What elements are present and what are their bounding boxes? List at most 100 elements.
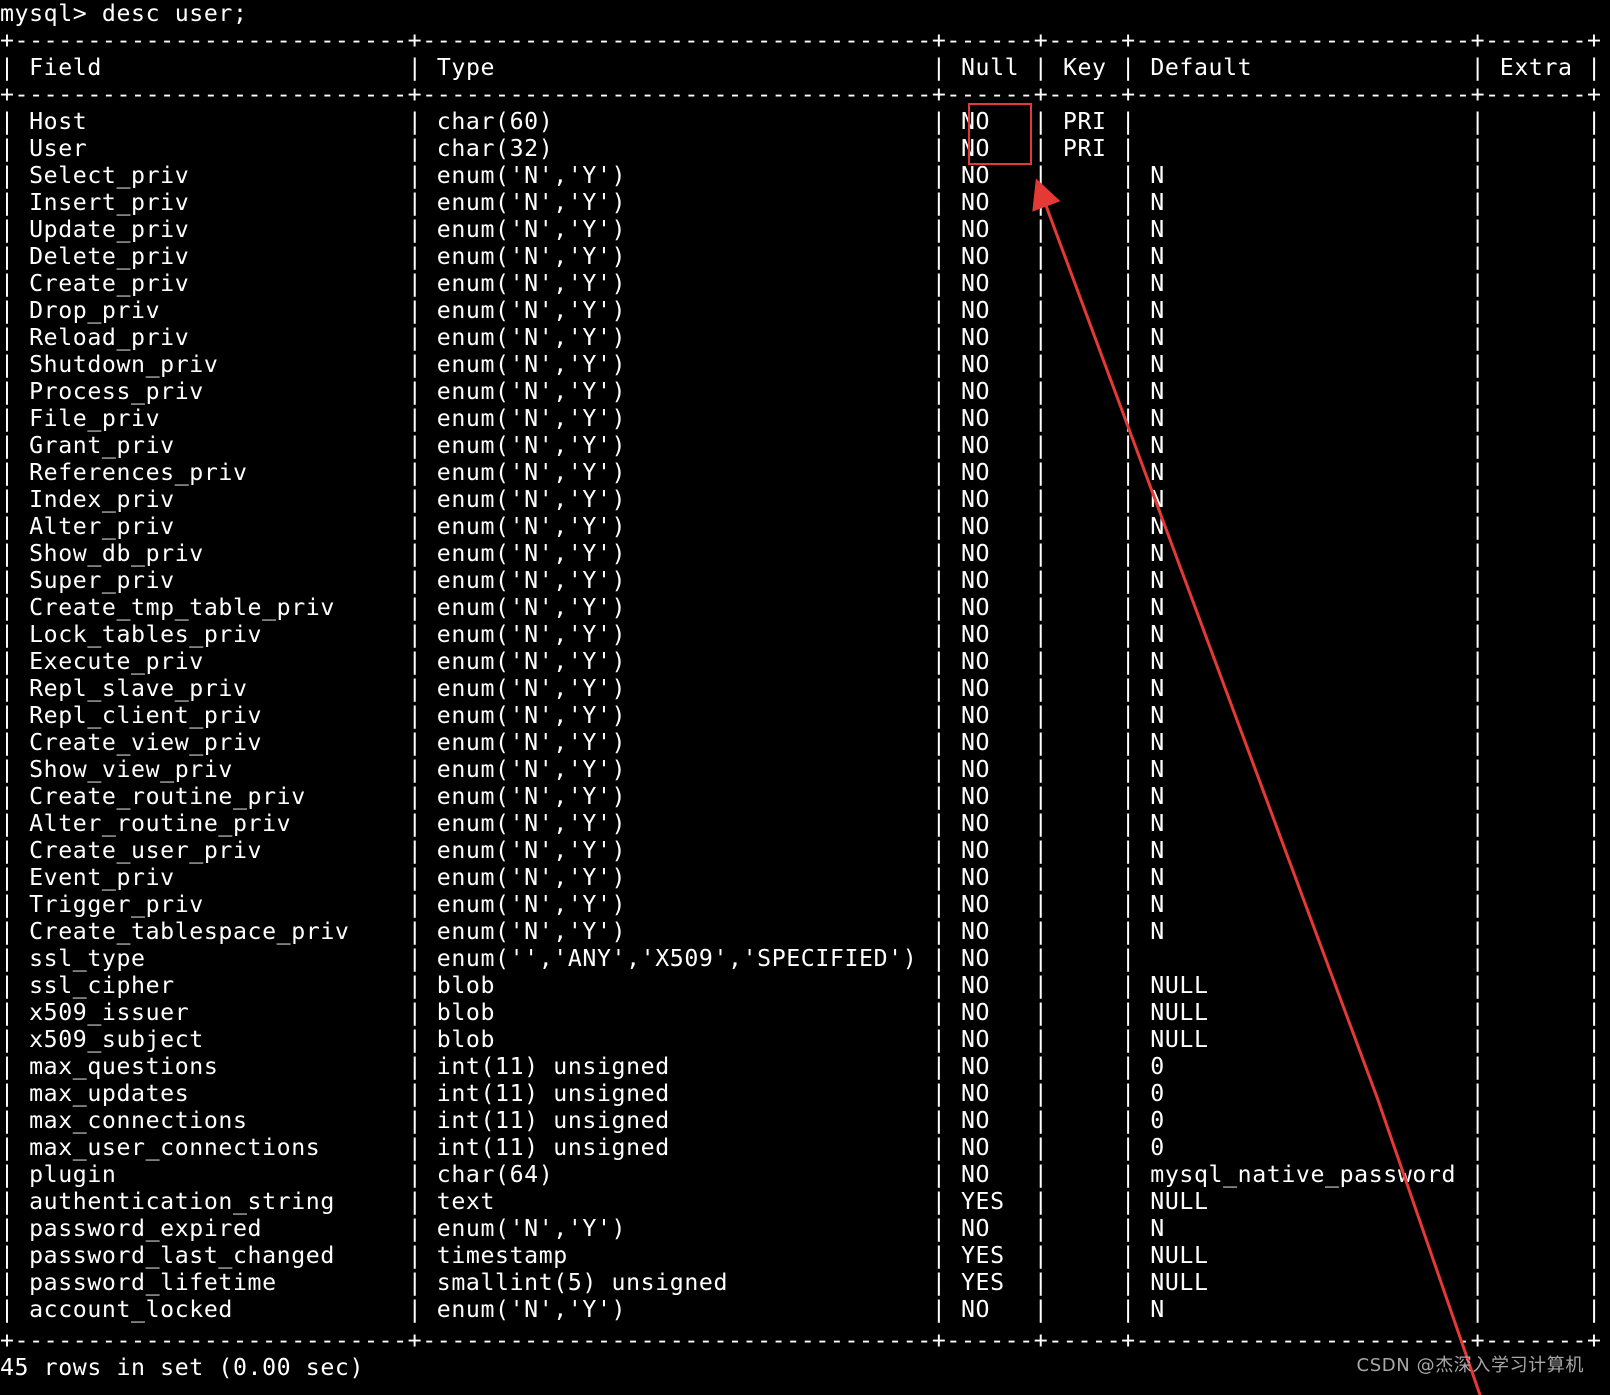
cell-default: N	[1135, 918, 1471, 945]
cell-key	[1048, 189, 1121, 216]
cell-extra	[1485, 432, 1587, 459]
cell-field: plugin	[14, 1161, 408, 1188]
cell-field: Show_db_priv	[14, 540, 408, 567]
cell-key	[1048, 972, 1121, 999]
cell-extra	[1485, 297, 1587, 324]
cell-type: enum('N','Y')	[422, 1296, 932, 1323]
cell-extra	[1485, 162, 1587, 189]
cell-field: Shutdown_priv	[14, 351, 408, 378]
cell-type: enum('N','Y')	[422, 297, 932, 324]
table-row: | max_connections | int(11) unsigned | N…	[0, 1107, 1602, 1134]
cell-default: N	[1135, 621, 1471, 648]
cell-extra	[1485, 1080, 1587, 1107]
cell-field: Select_priv	[14, 162, 408, 189]
cell-key	[1048, 1188, 1121, 1215]
table-row: | max_updates | int(11) unsigned | NO | …	[0, 1080, 1602, 1107]
cell-type: enum('N','Y')	[422, 189, 932, 216]
table-row: | Execute_priv | enum('N','Y') | NO | | …	[0, 648, 1602, 675]
cell-extra	[1485, 729, 1587, 756]
cell-extra	[1485, 513, 1587, 540]
cell-default: NULL	[1135, 1026, 1471, 1053]
cell-default: 0	[1135, 1080, 1471, 1107]
cell-null: NO	[946, 594, 1034, 621]
cell-type: enum('N','Y')	[422, 378, 932, 405]
table-row: | Create_priv | enum('N','Y') | NO | | N…	[0, 270, 1602, 297]
cell-field: ssl_cipher	[14, 972, 408, 999]
cell-extra	[1485, 702, 1587, 729]
cell-extra	[1485, 1215, 1587, 1242]
cell-key	[1048, 540, 1121, 567]
cell-type: enum('N','Y')	[422, 891, 932, 918]
cell-key	[1048, 864, 1121, 891]
cell-null: NO	[946, 486, 1034, 513]
table-row: | account_locked | enum('N','Y') | NO | …	[0, 1296, 1602, 1323]
cell-default: N	[1135, 297, 1471, 324]
cell-field: Index_priv	[14, 486, 408, 513]
cell-key	[1048, 324, 1121, 351]
cell-default: N	[1135, 459, 1471, 486]
cell-default: N	[1135, 351, 1471, 378]
table-row: | max_questions | int(11) unsigned | NO …	[0, 1053, 1602, 1080]
table-row: | plugin | char(64) | NO | | mysql_nativ…	[0, 1161, 1602, 1188]
cell-extra	[1485, 216, 1587, 243]
cell-default: N	[1135, 162, 1471, 189]
cell-key	[1048, 378, 1121, 405]
cell-default	[1136, 945, 1471, 972]
cell-type: enum('N','Y')	[422, 567, 932, 594]
cell-extra	[1485, 621, 1587, 648]
cell-field: authentication_string	[14, 1188, 408, 1215]
cell-type: enum('N','Y')	[422, 513, 932, 540]
cell-extra	[1485, 378, 1587, 405]
cell-extra	[1485, 1242, 1587, 1269]
cell-type: enum('N','Y')	[422, 405, 932, 432]
cell-key	[1048, 270, 1121, 297]
cell-default: N	[1135, 675, 1471, 702]
cell-null: NO	[946, 162, 1034, 189]
cell-field: max_connections	[14, 1107, 408, 1134]
cell-default: N	[1135, 513, 1471, 540]
table-row: | Create_tmp_table_priv | enum('N','Y') …	[0, 594, 1602, 621]
cell-null: NO	[946, 810, 1034, 837]
cell-type: enum('N','Y')	[422, 594, 932, 621]
cell-null: NO	[946, 783, 1034, 810]
cell-type: char(60)	[422, 108, 932, 135]
cell-null: NO	[946, 837, 1034, 864]
cell-extra	[1485, 918, 1587, 945]
result-summary: 45 rows in set (0.00 sec)	[0, 1354, 365, 1381]
cell-field: Event_priv	[14, 864, 408, 891]
cell-field: References_priv	[14, 459, 408, 486]
cell-type: enum('N','Y')	[422, 783, 932, 810]
cell-key	[1048, 1080, 1121, 1107]
cell-extra	[1485, 1161, 1587, 1188]
cell-extra	[1485, 756, 1587, 783]
cell-field: Reload_priv	[14, 324, 408, 351]
terminal-window[interactable]: mysql> desc user; +---------------------…	[0, 0, 1610, 1395]
cell-extra	[1485, 324, 1587, 351]
cell-type: timestamp	[422, 1242, 932, 1269]
watermark-text: CSDN @杰深入学习计算机	[1356, 1354, 1584, 1376]
cell-null: NO	[946, 648, 1034, 675]
cell-type: int(11) unsigned	[422, 1080, 932, 1107]
cell-default: N	[1135, 216, 1471, 243]
table-row: | Repl_client_priv | enum('N','Y') | NO …	[0, 702, 1602, 729]
cell-field: Lock_tables_priv	[14, 621, 408, 648]
cell-key: PRI	[1048, 135, 1122, 162]
cell-null: NO	[946, 243, 1034, 270]
cell-key	[1048, 837, 1121, 864]
header-field: Field	[29, 54, 102, 81]
cell-key	[1048, 675, 1121, 702]
cell-null: NO	[946, 621, 1034, 648]
cell-default: N	[1135, 783, 1471, 810]
primary-key-highlight-box	[968, 103, 1032, 165]
cell-default: N	[1135, 837, 1471, 864]
cell-default: N	[1135, 810, 1471, 837]
table-row: | References_priv | enum('N','Y') | NO |…	[0, 459, 1602, 486]
cell-key	[1048, 891, 1121, 918]
cell-key	[1048, 945, 1121, 972]
table-row: | Drop_priv | enum('N','Y') | NO | | N |…	[0, 297, 1602, 324]
header-key: Key	[1062, 54, 1107, 81]
cell-key	[1048, 216, 1121, 243]
cell-type: int(11) unsigned	[422, 1134, 932, 1161]
cell-key	[1048, 648, 1121, 675]
cell-null: NO	[946, 918, 1034, 945]
